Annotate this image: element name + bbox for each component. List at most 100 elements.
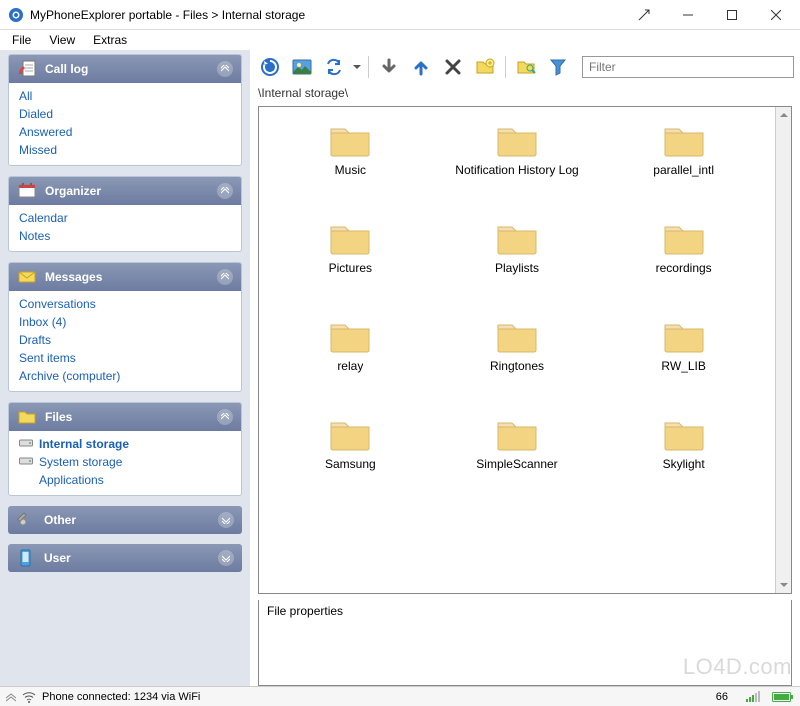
files-icon [17, 408, 37, 426]
window-close[interactable] [754, 1, 798, 29]
menubar: File View Extras [0, 30, 800, 50]
panel-title: Organizer [45, 184, 209, 198]
file-properties: File properties [258, 600, 792, 686]
sidebar: Call log All Dialed Answered Missed Orga… [0, 50, 250, 686]
sidebar-item-notes[interactable]: Notes [19, 229, 231, 243]
panel-header-other[interactable]: Other [8, 506, 242, 534]
filter-box [582, 56, 794, 78]
window-maximize[interactable] [710, 1, 754, 29]
folder-label: Skylight [663, 457, 705, 471]
sidebar-item-all[interactable]: All [19, 89, 231, 103]
expand-icon[interactable] [218, 550, 234, 566]
sidebar-item-answered[interactable]: Answered [19, 125, 231, 139]
delete-button[interactable] [439, 53, 467, 81]
folder-item[interactable]: Music [280, 121, 420, 177]
folder-item[interactable]: Ringtones [447, 317, 587, 373]
folder-icon [495, 121, 539, 157]
breadcrumb: \Internal storage\ [250, 84, 800, 106]
sidebar-item-applications[interactable]: Applications [19, 473, 231, 487]
folder-label: Samsung [325, 457, 376, 471]
sidebar-item-system-storage[interactable]: System storage [19, 455, 231, 469]
panel-organizer: Organizer Calendar Notes [8, 176, 242, 252]
panel-title: Messages [45, 270, 209, 284]
folder-icon [662, 219, 706, 255]
sidebar-item-label: System storage [39, 455, 122, 469]
window-edit[interactable] [622, 1, 666, 29]
file-area: Music Notification History Log parallel_in… [258, 106, 792, 594]
panel-header-user[interactable]: User [8, 544, 242, 572]
chevron-down-icon[interactable] [6, 692, 16, 702]
scrollbar[interactable] [775, 107, 791, 593]
panel-header-organizer[interactable]: Organizer [9, 177, 241, 205]
folder-label: Playlists [495, 261, 539, 275]
upload-button[interactable] [407, 53, 435, 81]
filter-button[interactable] [544, 53, 572, 81]
collapse-icon[interactable] [217, 61, 233, 77]
menu-file[interactable]: File [4, 31, 39, 49]
download-button[interactable] [375, 53, 403, 81]
menu-view[interactable]: View [41, 31, 83, 49]
scroll-down-icon[interactable] [776, 577, 791, 593]
folder-item[interactable]: recordings [614, 219, 754, 275]
folder-item[interactable]: Playlists [447, 219, 587, 275]
titlebar: MyPhoneExplorer portable - Files > Inter… [0, 0, 800, 30]
sidebar-item-conversations[interactable]: Conversations [19, 297, 231, 311]
panel-header-files[interactable]: Files [9, 403, 241, 431]
toolbar [250, 50, 800, 84]
folder-item[interactable]: Pictures [280, 219, 420, 275]
sidebar-item-inbox[interactable]: Inbox (4) [19, 315, 231, 329]
panel-header-messages[interactable]: Messages [9, 263, 241, 291]
search-folder-button[interactable] [512, 53, 540, 81]
folder-item[interactable]: Skylight [614, 415, 754, 471]
other-icon [16, 511, 36, 529]
collapse-icon[interactable] [217, 269, 233, 285]
drive-icon [19, 438, 33, 450]
menu-extras[interactable]: Extras [85, 31, 135, 49]
panel-header-call-log[interactable]: Call log [9, 55, 241, 83]
sidebar-item-sent[interactable]: Sent items [19, 351, 231, 365]
collapse-icon[interactable] [217, 183, 233, 199]
window-title: MyPhoneExplorer portable - Files > Inter… [30, 8, 622, 22]
folder-label: Ringtones [490, 359, 544, 373]
sidebar-item-internal-storage[interactable]: Internal storage [19, 437, 231, 451]
folder-item[interactable]: parallel_intl [614, 121, 754, 177]
folder-label: Music [335, 163, 366, 177]
filter-input[interactable] [582, 56, 794, 78]
status-text: Phone connected: 1234 via WiFi [42, 691, 200, 703]
folder-item[interactable]: SimpleScanner [447, 415, 587, 471]
sync-dropdown[interactable] [352, 63, 362, 71]
sidebar-item-drafts[interactable]: Drafts [19, 333, 231, 347]
panel-body-organizer: Calendar Notes [9, 205, 241, 251]
app-icon [8, 7, 24, 23]
folder-label: SimpleScanner [476, 457, 557, 471]
folder-label: RW_LIB [661, 359, 705, 373]
new-folder-button[interactable] [471, 53, 499, 81]
folder-label: Notification History Log [455, 163, 578, 177]
folder-item[interactable]: RW_LIB [614, 317, 754, 373]
sidebar-item-dialed[interactable]: Dialed [19, 107, 231, 121]
folder-icon [662, 317, 706, 353]
panel-user: User [8, 544, 242, 572]
folder-icon [328, 415, 372, 451]
signal-icon [746, 691, 760, 703]
folder-item[interactable]: relay [280, 317, 420, 373]
main: \Internal storage\ Music Notification His… [250, 50, 800, 686]
panel-files: Files Internal storage System storage Ap… [8, 402, 242, 496]
folder-item[interactable]: Samsung [280, 415, 420, 471]
file-grid[interactable]: Music Notification History Log parallel_in… [259, 107, 775, 593]
expand-icon[interactable] [218, 512, 234, 528]
sync-picture-button[interactable] [288, 53, 316, 81]
sync-button[interactable] [320, 53, 348, 81]
refresh-button[interactable] [256, 53, 284, 81]
wifi-icon [22, 691, 36, 703]
panel-messages: Messages Conversations Inbox (4) Drafts … [8, 262, 242, 392]
folder-icon [495, 219, 539, 255]
panel-title: User [44, 551, 210, 565]
folder-item[interactable]: Notification History Log [447, 121, 587, 177]
window-minimize[interactable] [666, 1, 710, 29]
collapse-icon[interactable] [217, 409, 233, 425]
sidebar-item-calendar[interactable]: Calendar [19, 211, 231, 225]
scroll-up-icon[interactable] [776, 107, 791, 123]
sidebar-item-archive[interactable]: Archive (computer) [19, 369, 231, 383]
sidebar-item-missed[interactable]: Missed [19, 143, 231, 157]
